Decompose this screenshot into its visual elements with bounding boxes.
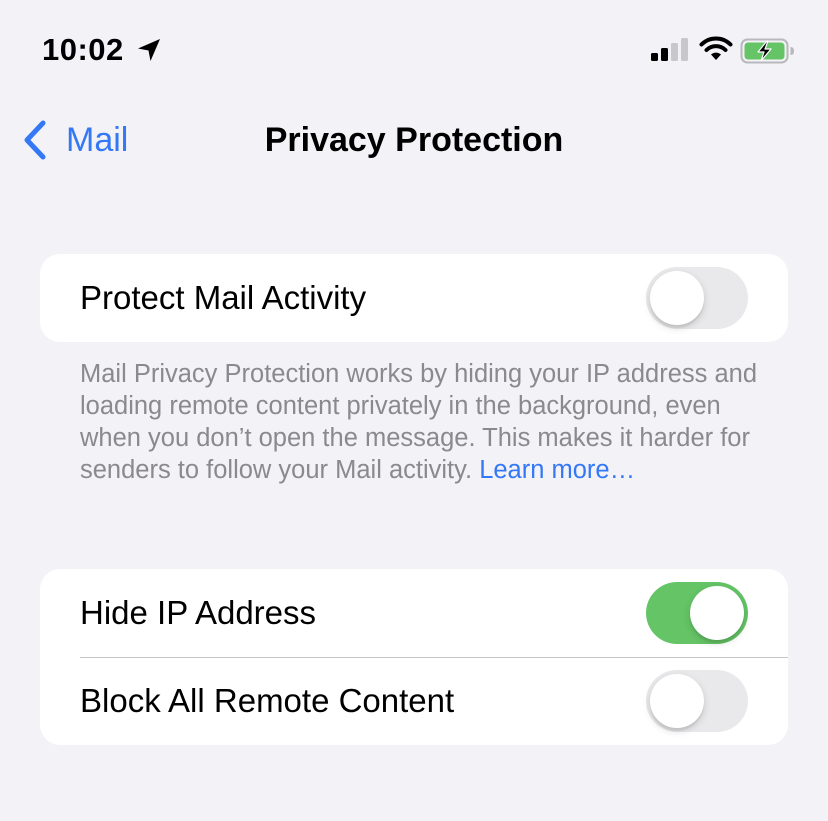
location-arrow-icon [138,39,160,61]
protect-mail-activity-row[interactable]: Protect Mail Activity [40,254,788,342]
status-bar: 10:02 [0,0,828,100]
protect-mail-activity-toggle[interactable] [646,267,748,329]
cellular-signal-icon [651,38,688,61]
block-remote-content-label: Block All Remote Content [80,682,455,719]
battery-charging-icon [740,38,794,64]
hide-ip-address-label: Hide IP Address [80,594,317,631]
toggle-knob [650,271,704,325]
block-remote-content-toggle[interactable] [646,670,748,732]
privacy-options-group: Hide IP Address Block All Remote Content [40,569,788,745]
privacy-footer-text: Mail Privacy Protection works by hiding … [80,358,760,486]
status-time: 10:02 [42,32,124,67]
protect-mail-activity-label: Protect Mail Activity [80,279,367,316]
toggle-knob [690,586,744,640]
page-title: Privacy Protection [264,121,564,159]
learn-more-link[interactable]: Learn more… [479,456,635,484]
protect-mail-activity-group: Protect Mail Activity [40,254,788,342]
privacy-footer-description: Mail Privacy Protection works by hiding … [80,360,758,484]
hide-ip-address-toggle[interactable] [646,582,748,644]
toggle-knob [650,674,704,728]
hide-ip-address-row[interactable]: Hide IP Address [40,569,788,657]
block-remote-content-row[interactable]: Block All Remote Content [40,657,788,745]
wifi-icon [699,36,733,60]
